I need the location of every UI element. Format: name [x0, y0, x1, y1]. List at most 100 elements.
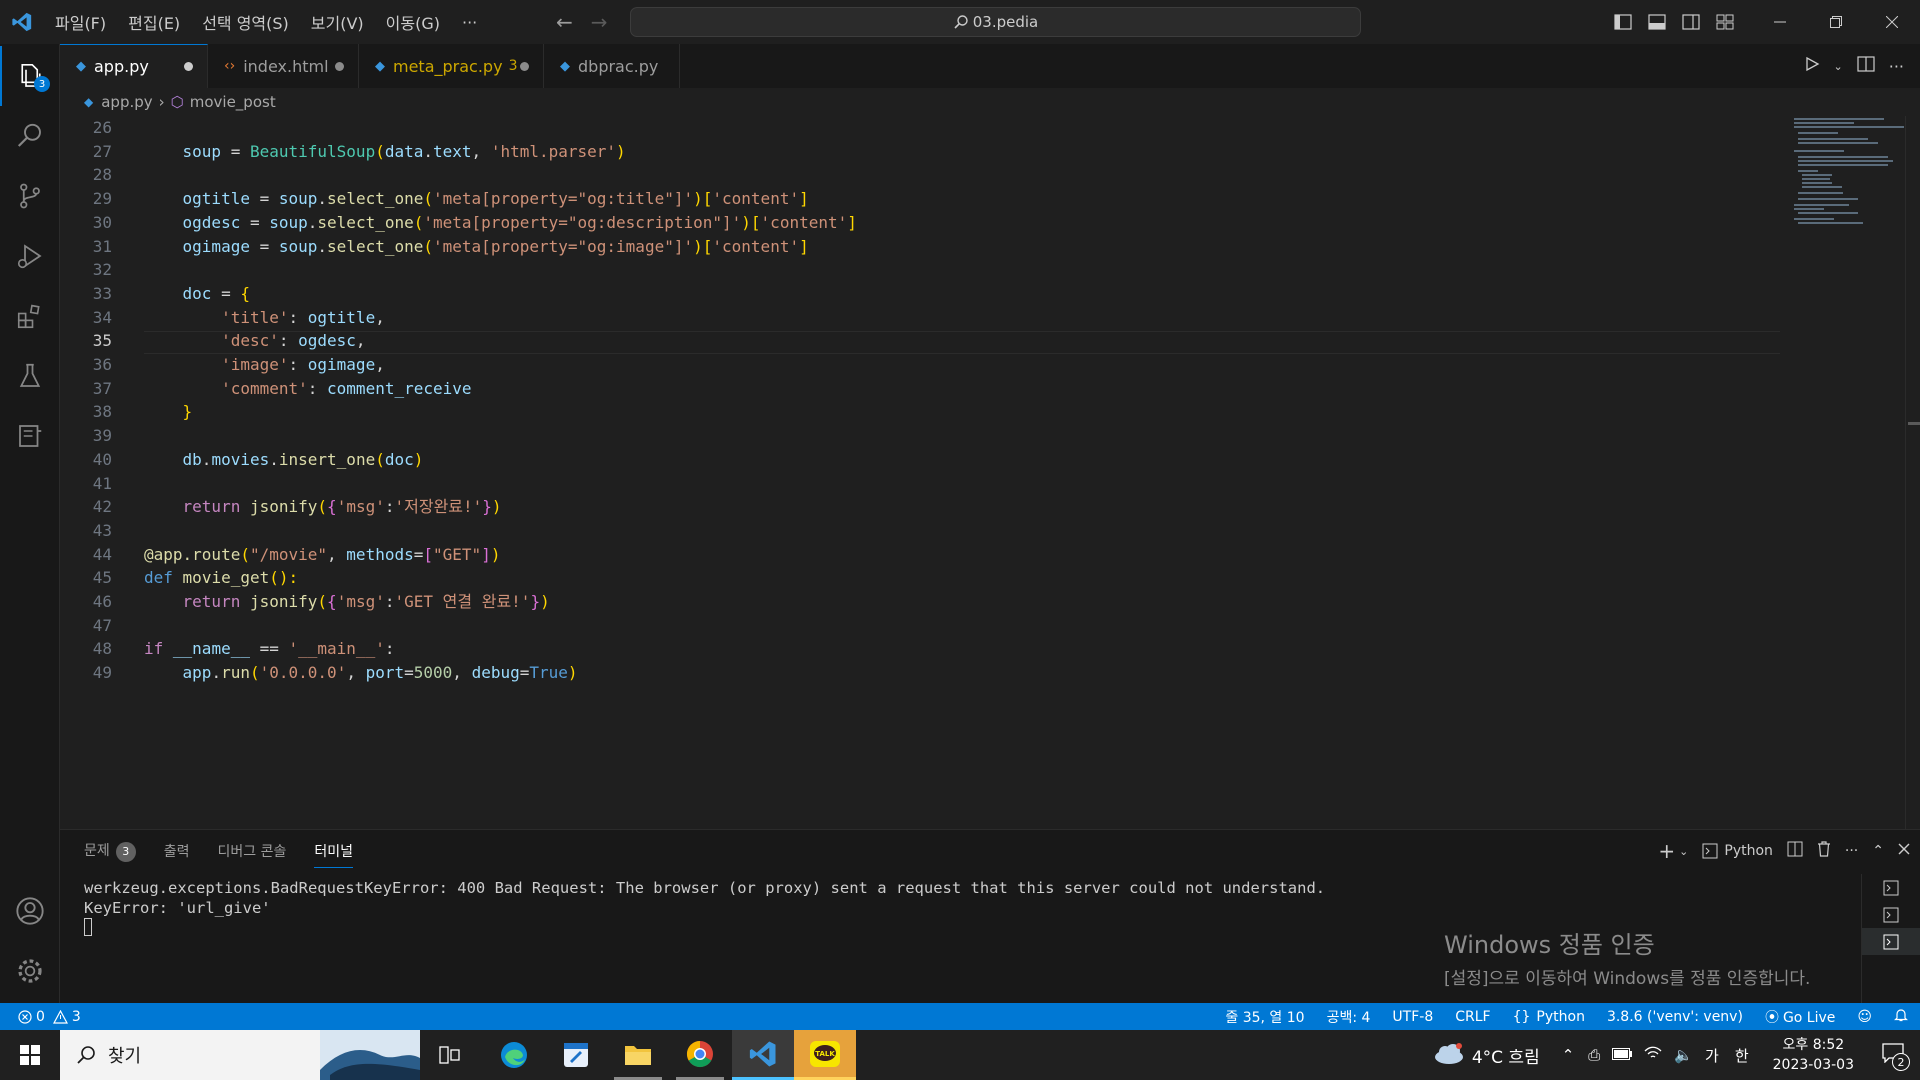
problems-status[interactable]: 0 3 — [18, 1009, 81, 1025]
feedback-icon[interactable]: ☺ — [1857, 1009, 1872, 1025]
code-editor[interactable]: 26 27 soup = BeautifulSoup(data.text, 'ht… — [60, 116, 1920, 829]
wifi-icon[interactable] — [1644, 1046, 1662, 1064]
restore-icon[interactable] — [1808, 0, 1864, 44]
manage-gear-icon[interactable] — [0, 941, 60, 1001]
terminal-instance-icon[interactable] — [1862, 874, 1920, 901]
line-number[interactable]: 43 — [60, 519, 112, 543]
menu-selection[interactable]: 선택 영역(S) — [191, 10, 300, 34]
weather-text[interactable]: 4°C 흐림 — [1472, 1043, 1540, 1068]
tab-debug-console[interactable]: 디버그 콘솔 — [218, 841, 287, 861]
chevron-down-icon[interactable]: ⌄ — [1834, 60, 1843, 73]
toggle-primary-sidebar-icon[interactable] — [1606, 14, 1640, 30]
customize-layout-icon[interactable] — [1708, 14, 1742, 30]
terminal-instance-icon[interactable] — [1862, 928, 1920, 955]
more-actions-icon[interactable]: ··· — [1889, 57, 1904, 76]
source-control-icon[interactable] — [0, 166, 60, 226]
remote-explorer-icon[interactable] — [0, 406, 60, 466]
line-number[interactable]: 31 — [60, 235, 112, 259]
notification-center-icon[interactable]: 2 — [1882, 1043, 1910, 1071]
line-number[interactable]: 42 — [60, 495, 112, 519]
menu-go[interactable]: 이동(G) — [375, 10, 451, 34]
tab-problems[interactable]: 문제 3 — [84, 840, 136, 862]
chevron-up-icon[interactable]: ⌃ — [1562, 1046, 1575, 1064]
forward-arrow-icon[interactable]: → — [591, 10, 608, 34]
line-number[interactable]: 28 — [60, 163, 112, 187]
split-editor-icon[interactable] — [1857, 56, 1875, 76]
terminal-instance-icon[interactable] — [1862, 901, 1920, 928]
minimize-icon[interactable] — [1752, 0, 1808, 44]
encoding[interactable]: UTF-8 — [1392, 1009, 1433, 1025]
modified-dot-icon[interactable] — [184, 62, 193, 71]
notes-app-icon[interactable] — [552, 1030, 600, 1080]
modified-dot-icon[interactable] — [335, 61, 344, 71]
extensions-icon[interactable] — [0, 286, 60, 346]
testing-icon[interactable] — [0, 346, 60, 406]
accounts-icon[interactable] — [0, 881, 60, 941]
split-terminal-icon[interactable] — [1787, 841, 1803, 861]
file-explorer-icon[interactable] — [614, 1030, 662, 1080]
go-live[interactable]: ⦿ Go Live — [1765, 1007, 1835, 1027]
line-number[interactable]: 27 — [60, 140, 112, 164]
notifications-bell-icon[interactable] — [1894, 1008, 1908, 1026]
indentation[interactable]: 공백: 4 — [1327, 1007, 1371, 1027]
menu-view[interactable]: 보기(V) — [300, 10, 375, 34]
close-window-icon[interactable] — [1864, 0, 1920, 44]
weather-cloud-icon[interactable] — [1432, 1041, 1466, 1069]
line-number[interactable]: 48 — [60, 637, 112, 661]
line-number[interactable]: 39 — [60, 424, 112, 448]
toggle-secondary-sidebar-icon[interactable] — [1674, 14, 1708, 30]
terminal-output[interactable]: werkzeug.exceptions.BadRequestKeyError: … — [84, 878, 1325, 941]
search-icon[interactable] — [0, 106, 60, 166]
menu-edit[interactable]: 편집(E) — [117, 10, 191, 34]
windows-start-icon[interactable] — [0, 1030, 60, 1080]
line-number[interactable]: 46 — [60, 590, 112, 614]
tab-app-py[interactable]: ◆ app.py — [60, 44, 208, 88]
task-view-icon[interactable] — [426, 1030, 474, 1080]
tab-terminal[interactable]: 터미널 — [314, 841, 354, 868]
menu-more[interactable]: ··· — [451, 13, 488, 32]
trash-icon[interactable] — [1817, 841, 1831, 861]
more-actions-icon[interactable]: ··· — [1845, 843, 1858, 859]
line-number[interactable]: 40 — [60, 448, 112, 472]
menu-file[interactable]: 파일(F) — [44, 10, 117, 34]
language-mode[interactable]: {} Python — [1513, 1009, 1585, 1025]
edge-icon[interactable] — [490, 1030, 538, 1080]
meet-now-icon[interactable]: ⎙ — [1588, 1046, 1600, 1064]
line-number[interactable]: 36 — [60, 353, 112, 377]
new-terminal-plus-icon[interactable]: + — [1658, 839, 1675, 863]
line-number[interactable]: 45 — [60, 566, 112, 590]
tab-meta-prac-py[interactable]: ◆ meta_prac.py 3 — [359, 44, 544, 88]
close-panel-icon[interactable] — [1898, 843, 1910, 859]
breadcrumb-file[interactable]: app.py — [101, 93, 152, 111]
kakaotalk-icon[interactable]: TALK — [794, 1030, 856, 1080]
line-number[interactable]: 26 — [60, 116, 112, 140]
line-number[interactable]: 49 — [60, 661, 112, 685]
clock[interactable]: 오후 8:52 2023-03-03 — [1773, 1035, 1854, 1075]
cursor-position[interactable]: 줄 35, 열 10 — [1225, 1007, 1304, 1027]
line-number[interactable]: 30 — [60, 211, 112, 235]
taskbar-search[interactable]: 찾기 — [60, 1030, 420, 1080]
breadcrumb-symbol[interactable]: movie_post — [190, 93, 276, 111]
line-number[interactable]: 32 — [60, 258, 112, 282]
line-number[interactable]: 38 — [60, 400, 112, 424]
ime-language[interactable]: 한 — [1735, 1045, 1749, 1066]
line-number[interactable]: 44 — [60, 543, 112, 567]
line-number[interactable]: 41 — [60, 472, 112, 496]
tab-index-html[interactable]: ‹› index.html — [208, 44, 359, 88]
tab-output[interactable]: 출력 — [164, 841, 190, 861]
editor-scrollbar[interactable] — [1905, 116, 1920, 829]
line-number[interactable]: 47 — [60, 614, 112, 638]
back-arrow-icon[interactable]: ← — [556, 10, 573, 34]
vscode-taskbar-icon[interactable] — [732, 1030, 794, 1080]
line-number[interactable]: 34 — [60, 306, 112, 330]
line-number[interactable]: 37 — [60, 377, 112, 401]
line-number[interactable]: 35 — [60, 329, 112, 353]
tab-dbprac-py[interactable]: ◆ dbprac.py — [544, 44, 680, 88]
line-number[interactable]: 29 — [60, 187, 112, 211]
volume-icon[interactable]: 🔈 — [1674, 1046, 1693, 1064]
minimap[interactable] — [1794, 116, 1904, 236]
modified-dot-icon[interactable] — [520, 61, 529, 71]
end-of-line[interactable]: CRLF — [1455, 1009, 1490, 1025]
terminal-profile[interactable]: Python — [1702, 843, 1773, 859]
command-center[interactable]: 03.pedia — [630, 7, 1361, 37]
